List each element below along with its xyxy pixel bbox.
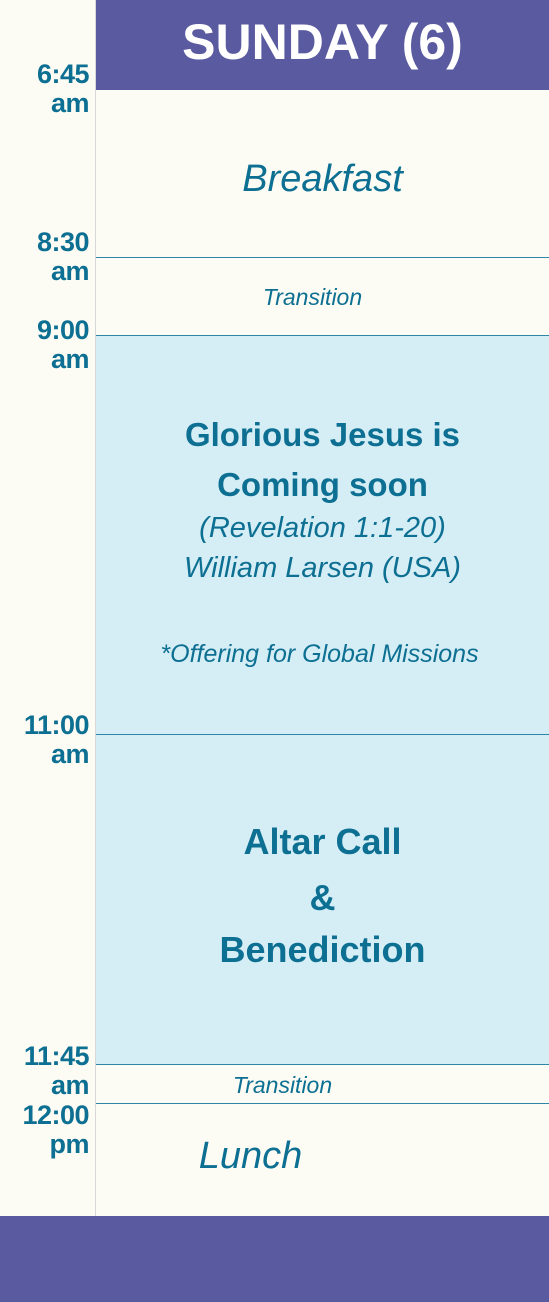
time-hour: 8:30	[36, 227, 90, 257]
time-hour: 9:00	[36, 315, 90, 345]
divider-1200	[96, 1103, 549, 1104]
altar-call-line3: Benediction	[219, 929, 426, 970]
footer-band	[0, 1216, 549, 1302]
time-period: am	[50, 88, 90, 118]
session-speaker: William Larsen (USA)	[184, 552, 461, 584]
divider-0830	[96, 257, 549, 258]
time-hour: 12:00	[22, 1100, 89, 1130]
session-title-line2: Coming soon	[217, 466, 428, 503]
day-title: SUNDAY (6)	[182, 14, 463, 70]
time-hour: 11:00	[23, 710, 90, 740]
session-offering-note: *Offering for Global Missions	[160, 640, 479, 668]
time-period: am	[50, 256, 90, 286]
time-hour: 6:45	[36, 59, 90, 89]
altar-call-line1: Altar Call	[243, 821, 402, 862]
divider-1100	[96, 734, 549, 735]
session-title-line1: Glorious Jesus is	[184, 416, 461, 453]
time-label-0830: 8:30 am	[36, 227, 90, 286]
time-period: am	[50, 739, 90, 769]
session-scripture: (Revelation 1:1-20)	[199, 512, 446, 544]
transition-event-1: Transition	[262, 284, 363, 310]
day-header: SUNDAY (6)	[96, 0, 549, 90]
time-label-1100: 11:00 am	[23, 710, 90, 769]
time-label-0900: 9:00 am	[36, 315, 90, 374]
time-period: am	[50, 344, 90, 374]
lunch-event: Lunch	[198, 1135, 303, 1177]
altar-call-line2: &	[309, 877, 336, 918]
divider-1145	[96, 1064, 549, 1065]
time-label-0645: 6:45 am	[36, 59, 90, 118]
transition-event-2: Transition	[232, 1072, 333, 1098]
breakfast-event: Breakfast	[242, 158, 403, 200]
time-hour: 11:45	[23, 1041, 90, 1071]
